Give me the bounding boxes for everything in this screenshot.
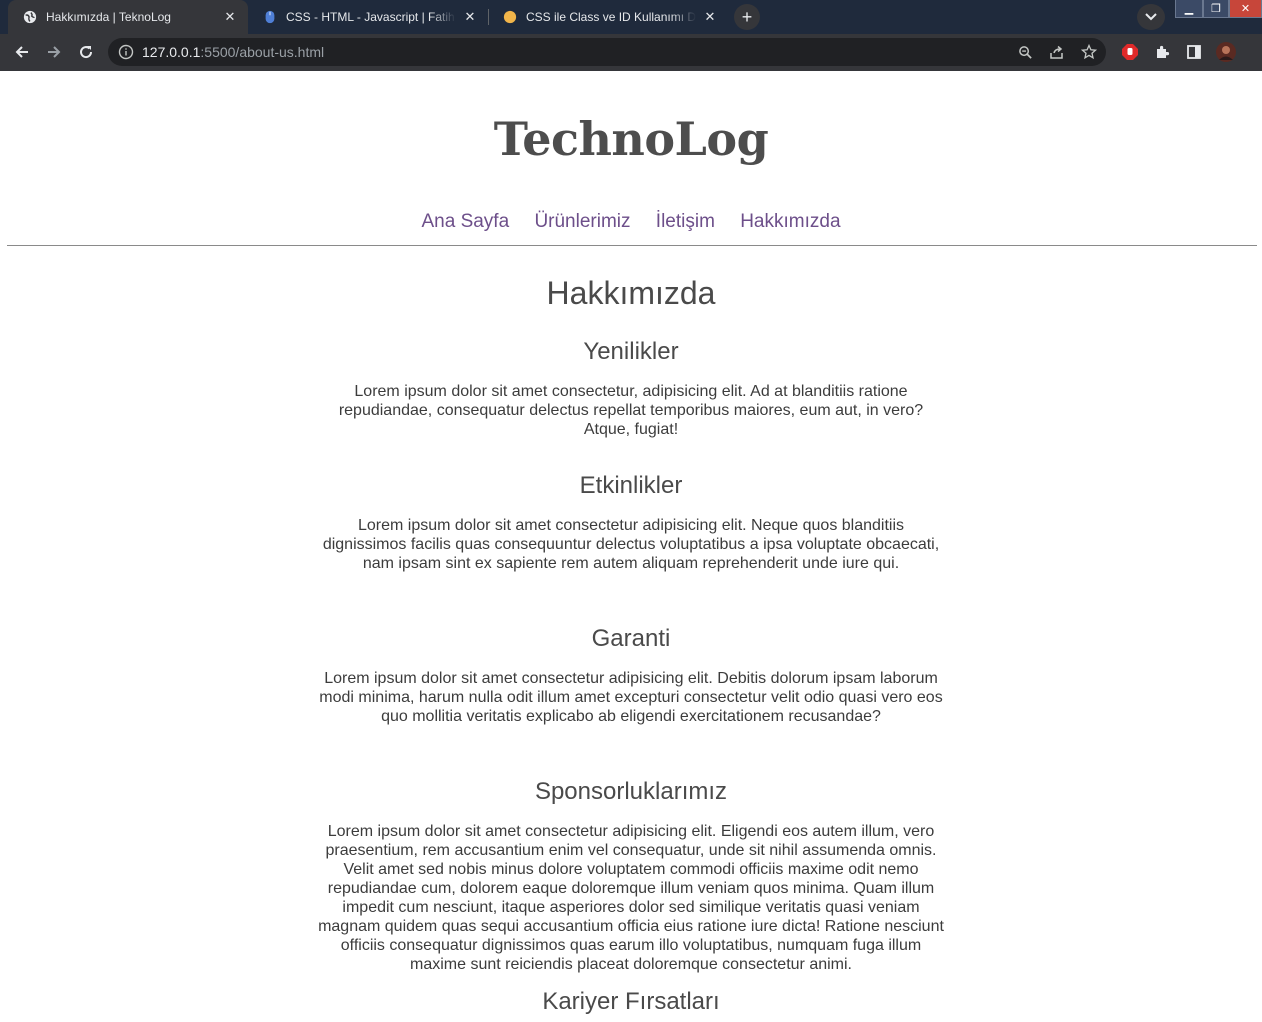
main-navigation: Ana Sayfa Ürünlerimiz İletişim Hakkımızd… xyxy=(0,210,1262,234)
browser-toolbar: 127.0.0.1:5500/about-us.html xyxy=(0,34,1262,71)
tab-title: CSS - HTML - Javascript | Fatih Ha xyxy=(286,10,456,24)
mouse-favicon-icon xyxy=(262,9,278,25)
close-window-icon[interactable]: ✕ xyxy=(1229,0,1262,18)
section-heading: Garanti xyxy=(591,625,671,652)
section-sponsorships: Sponsorluklarımız Lorem ipsum dolor sit … xyxy=(316,775,946,974)
tab-title: Hakkımızda | TeknoLog xyxy=(46,10,171,24)
browser-tab-active[interactable]: Hakkımızda | TeknoLog ✕ xyxy=(8,0,248,34)
tab-strip: Hakkımızda | TeknoLog ✕ CSS - HTML - Jav… xyxy=(0,0,1262,34)
section-heading: Etkinlikler xyxy=(579,472,683,499)
close-tab-icon[interactable]: ✕ xyxy=(702,9,718,25)
zoom-magnifier-icon[interactable] xyxy=(1017,44,1033,60)
section-paragraph: Lorem ipsum dolor sit amet consectetur a… xyxy=(319,670,943,725)
back-arrow-icon[interactable] xyxy=(9,39,35,65)
section-heading: Yenilikler xyxy=(583,338,679,365)
section-careers: Kariyer Fırsatları xyxy=(316,985,946,1019)
forward-arrow-icon[interactable] xyxy=(41,39,67,65)
nav-link-home[interactable]: Ana Sayfa xyxy=(421,211,509,232)
restore-icon[interactable]: ❐ xyxy=(1203,0,1229,18)
page-title: Hakkımızda xyxy=(546,275,716,311)
section-paragraph: Lorem ipsum dolor sit amet consectetur a… xyxy=(318,823,944,973)
section-events: Etkinlikler Lorem ipsum dolor sit amet c… xyxy=(316,469,946,573)
header-divider xyxy=(7,245,1257,246)
browser-tab[interactable]: CSS - HTML - Javascript | Fatih Ha ✕ xyxy=(248,0,488,34)
site-logo-text: TechnoLog xyxy=(493,112,769,166)
about-content: Hakkımızda Yenilikler Lorem ipsum dolor … xyxy=(316,270,946,1015)
url-text: 127.0.0.1:5500/about-us.html xyxy=(142,44,324,60)
extensions-puzzle-icon[interactable] xyxy=(1151,41,1173,63)
section-innovations: Yenilikler Lorem ipsum dolor sit amet co… xyxy=(316,335,946,439)
browser-tab[interactable]: CSS ile Class ve ID Kullanımı Ders ✕ xyxy=(488,0,728,34)
section-heading: Kariyer Fırsatları xyxy=(542,988,720,1015)
nav-link-contact[interactable]: İletişim xyxy=(656,211,715,232)
globe-icon xyxy=(22,9,38,25)
address-bar[interactable]: 127.0.0.1:5500/about-us.html xyxy=(108,38,1106,66)
close-tab-icon[interactable]: ✕ xyxy=(222,9,238,25)
nav-link-products[interactable]: Ürünlerimiz xyxy=(534,211,630,232)
url-host: 127.0.0.1 xyxy=(142,44,201,60)
section-heading: Sponsorluklarımız xyxy=(534,778,728,805)
new-tab-plus-icon[interactable]: + xyxy=(734,4,760,30)
tab-title: CSS ile Class ve ID Kullanımı Ders xyxy=(526,10,696,24)
section-paragraph: Lorem ipsum dolor sit amet consectetur a… xyxy=(322,517,940,572)
circle-favicon-icon xyxy=(502,9,518,25)
bookmark-star-icon[interactable] xyxy=(1081,44,1097,60)
close-tab-icon[interactable]: ✕ xyxy=(462,9,478,25)
adblock-extension-icon[interactable] xyxy=(1119,41,1141,63)
section-warranty: Garanti Lorem ipsum dolor sit amet conse… xyxy=(316,622,946,726)
profile-avatar[interactable] xyxy=(1215,41,1237,63)
url-path: :5500/about-us.html xyxy=(200,44,325,60)
side-panel-icon[interactable] xyxy=(1183,41,1205,63)
nav-link-about[interactable]: Hakkımızda xyxy=(740,211,840,232)
share-icon[interactable] xyxy=(1049,44,1065,60)
tab-search-chevron-icon[interactable] xyxy=(1137,4,1165,30)
page-viewport: TechnoLog Ana Sayfa Ürünlerimiz İletişim… xyxy=(0,71,1262,1022)
minimize-icon[interactable]: ▁ xyxy=(1175,0,1203,18)
reload-icon[interactable] xyxy=(73,39,99,65)
site-info-icon[interactable] xyxy=(118,44,134,60)
section-paragraph: Lorem ipsum dolor sit amet consectetur, … xyxy=(338,383,924,438)
